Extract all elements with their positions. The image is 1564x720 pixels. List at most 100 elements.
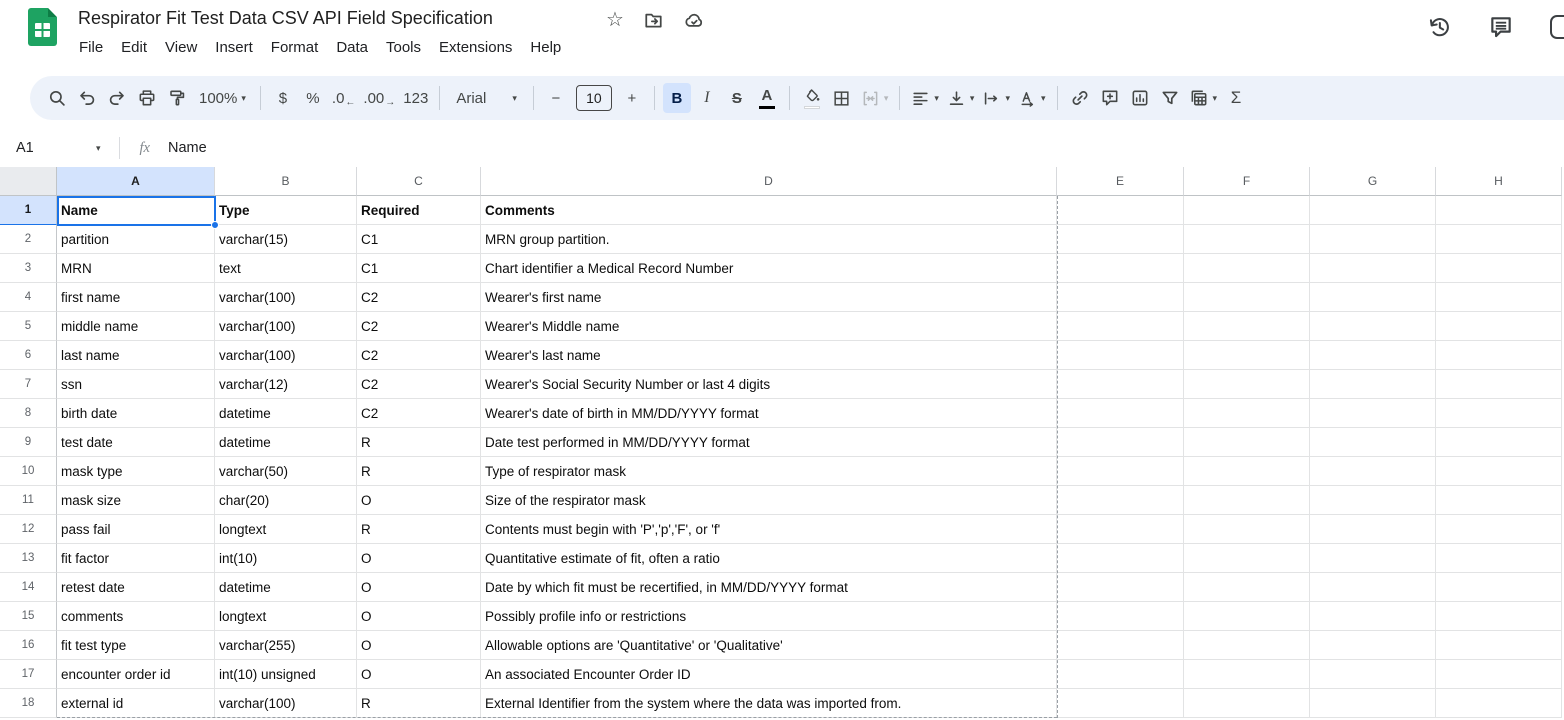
cell-E9[interactable] <box>1057 428 1184 457</box>
cell-B15[interactable]: longtext <box>215 602 357 631</box>
cell-B12[interactable]: longtext <box>215 515 357 544</box>
name-box[interactable]: A1 <box>16 140 92 156</box>
cell-H4[interactable] <box>1436 283 1562 312</box>
row-header-15[interactable]: 15 <box>0 602 57 631</box>
column-header-C[interactable]: C <box>357 167 481 196</box>
cell-D12[interactable]: Contents must begin with 'P','p','F', or… <box>481 515 1057 544</box>
cell-C17[interactable]: O <box>357 660 481 689</box>
insert-link-button[interactable] <box>1066 83 1094 113</box>
cell-F11[interactable] <box>1184 486 1310 515</box>
zoom-select[interactable]: 100% ▾ <box>193 83 252 113</box>
vertical-align-button[interactable]: ▾ <box>944 83 978 113</box>
cell-C13[interactable]: O <box>357 544 481 573</box>
cell-A4[interactable]: first name <box>57 283 215 312</box>
cell-B2[interactable]: varchar(15) <box>215 225 357 254</box>
cell-B16[interactable]: varchar(255) <box>215 631 357 660</box>
cell-F12[interactable] <box>1184 515 1310 544</box>
cell-A17[interactable]: encounter order id <box>57 660 215 689</box>
fill-color-button[interactable] <box>798 83 826 113</box>
cell-C8[interactable]: C2 <box>357 399 481 428</box>
cell-C1[interactable]: Required <box>357 196 481 225</box>
cell-B3[interactable]: text <box>215 254 357 283</box>
cell-A8[interactable]: birth date <box>57 399 215 428</box>
row-header-7[interactable]: 7 <box>0 370 57 399</box>
cell-B7[interactable]: varchar(12) <box>215 370 357 399</box>
cell-B4[interactable]: varchar(100) <box>215 283 357 312</box>
column-header-F[interactable]: F <box>1184 167 1310 196</box>
cloud-saved-icon[interactable] <box>683 10 705 31</box>
history-icon[interactable] <box>1426 14 1452 40</box>
row-header-17[interactable]: 17 <box>0 660 57 689</box>
cell-D1[interactable]: Comments <box>481 196 1057 225</box>
cell-G10[interactable] <box>1310 457 1436 486</box>
cell-D4[interactable]: Wearer's first name <box>481 283 1057 312</box>
text-wrap-button[interactable]: ▾ <box>979 83 1013 113</box>
cell-A16[interactable]: fit test type <box>57 631 215 660</box>
cell-E7[interactable] <box>1057 370 1184 399</box>
cell-H13[interactable] <box>1436 544 1562 573</box>
sheets-logo-icon[interactable] <box>28 8 57 46</box>
borders-button[interactable] <box>828 83 856 113</box>
cell-B8[interactable]: datetime <box>215 399 357 428</box>
cell-E17[interactable] <box>1057 660 1184 689</box>
strikethrough-button[interactable]: S <box>723 83 751 113</box>
cell-D2[interactable]: MRN group partition. <box>481 225 1057 254</box>
cell-C14[interactable]: O <box>357 573 481 602</box>
row-header-8[interactable]: 8 <box>0 399 57 428</box>
cell-G5[interactable] <box>1310 312 1436 341</box>
cell-B14[interactable]: datetime <box>215 573 357 602</box>
cell-H16[interactable] <box>1436 631 1562 660</box>
bold-button[interactable]: B <box>663 83 691 113</box>
cell-H3[interactable] <box>1436 254 1562 283</box>
cell-H11[interactable] <box>1436 486 1562 515</box>
cell-A14[interactable]: retest date <box>57 573 215 602</box>
print-button[interactable] <box>133 83 161 113</box>
cell-C15[interactable]: O <box>357 602 481 631</box>
cell-C11[interactable]: O <box>357 486 481 515</box>
redo-button[interactable] <box>103 83 131 113</box>
row-header-5[interactable]: 5 <box>0 312 57 341</box>
table-views-button[interactable]: ▾ <box>1186 83 1221 113</box>
cell-F18[interactable] <box>1184 689 1310 718</box>
cell-A9[interactable]: test date <box>57 428 215 457</box>
format-percent-button[interactable]: % <box>299 83 327 113</box>
cell-E4[interactable] <box>1057 283 1184 312</box>
cell-C18[interactable]: R <box>357 689 481 718</box>
cell-A18[interactable]: external id <box>57 689 215 718</box>
font-size-input[interactable]: 10 <box>576 85 612 111</box>
column-header-E[interactable]: E <box>1057 167 1184 196</box>
cell-H15[interactable] <box>1436 602 1562 631</box>
cell-C12[interactable]: R <box>357 515 481 544</box>
cell-E1[interactable] <box>1057 196 1184 225</box>
cell-C9[interactable]: R <box>357 428 481 457</box>
column-header-G[interactable]: G <box>1310 167 1436 196</box>
cell-D16[interactable]: Allowable options are 'Quantitative' or … <box>481 631 1057 660</box>
cell-B17[interactable]: int(10) unsigned <box>215 660 357 689</box>
menu-edit[interactable]: Edit <box>112 36 156 59</box>
cell-F17[interactable] <box>1184 660 1310 689</box>
cell-D17[interactable]: An associated Encounter Order ID <box>481 660 1057 689</box>
row-header-11[interactable]: 11 <box>0 486 57 515</box>
cell-E10[interactable] <box>1057 457 1184 486</box>
functions-button[interactable]: Σ <box>1222 83 1250 113</box>
row-header-3[interactable]: 3 <box>0 254 57 283</box>
clipped-right-button[interactable] <box>1550 15 1564 39</box>
cell-E16[interactable] <box>1057 631 1184 660</box>
cell-H9[interactable] <box>1436 428 1562 457</box>
cell-B6[interactable]: varchar(100) <box>215 341 357 370</box>
cell-G1[interactable] <box>1310 196 1436 225</box>
row-header-10[interactable]: 10 <box>0 457 57 486</box>
cell-H10[interactable] <box>1436 457 1562 486</box>
cell-H1[interactable] <box>1436 196 1562 225</box>
cell-A12[interactable]: pass fail <box>57 515 215 544</box>
cell-E13[interactable] <box>1057 544 1184 573</box>
insert-chart-button[interactable] <box>1126 83 1154 113</box>
row-header-13[interactable]: 13 <box>0 544 57 573</box>
cell-F3[interactable] <box>1184 254 1310 283</box>
cell-E3[interactable] <box>1057 254 1184 283</box>
font-size-increase-button[interactable]: + <box>618 83 646 113</box>
cell-H12[interactable] <box>1436 515 1562 544</box>
column-header-D[interactable]: D <box>481 167 1057 196</box>
cell-D15[interactable]: Possibly profile info or restrictions <box>481 602 1057 631</box>
chevron-down-icon[interactable]: ▾ <box>96 143 101 154</box>
